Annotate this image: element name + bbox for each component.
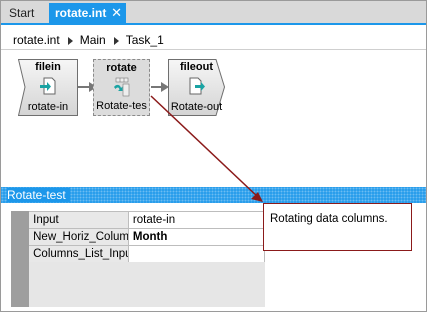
property-value[interactable]: Month: [127, 228, 266, 246]
node-label: Rotate-tes: [96, 100, 147, 112]
node-label: Rotate-out: [170, 101, 223, 113]
tab-start-label: Start: [9, 6, 35, 20]
description-callout: Rotating data columns.: [263, 203, 412, 251]
description-text: Rotating data columns.: [270, 213, 388, 225]
breadcrumb-item-task[interactable]: Task_1: [126, 32, 164, 48]
file-output-icon: [189, 77, 205, 95]
file-input-icon: [40, 77, 56, 95]
tab-strip: Start rotate.int ✕: [1, 1, 426, 25]
property-row[interactable]: Columns_List_Input: [10, 245, 266, 263]
property-value[interactable]: rotate-in: [127, 211, 266, 229]
node-title: rotate: [106, 62, 137, 74]
node-label: rotate-in: [27, 101, 69, 113]
node-title: filein: [35, 61, 61, 73]
property-key: Input: [28, 211, 129, 229]
row-gutter: [10, 245, 30, 263]
tab-rotate-int-label: rotate.int: [55, 6, 107, 20]
tab-start[interactable]: Start: [3, 3, 48, 23]
breadcrumb-item-main[interactable]: Main: [80, 32, 106, 48]
breadcrumb: rotate.int Main Task_1: [13, 32, 164, 48]
rotate-table-icon: [113, 77, 129, 97]
node-filein[interactable]: filein rotate-in: [18, 59, 78, 116]
row-gutter: [11, 262, 29, 307]
property-key: New_Horiz_Column: [28, 228, 129, 246]
row-gutter: [10, 228, 30, 246]
properties-empty-area: [11, 262, 265, 307]
node-fileout[interactable]: fileout Rotate-out: [168, 59, 225, 116]
properties-header: Rotate-test: [1, 187, 426, 203]
row-gutter: [10, 211, 30, 229]
close-icon[interactable]: ✕: [111, 3, 122, 23]
section-title: Rotate-test: [7, 188, 70, 202]
editor-window: Start rotate.int ✕ rotate.int Main Task_1 …: [0, 0, 427, 312]
divider: [1, 49, 426, 50]
breadcrumb-item-file[interactable]: rotate.int: [13, 32, 60, 48]
chevron-right-icon: [113, 36, 119, 45]
property-row[interactable]: New_Horiz_Column Month: [10, 228, 266, 246]
property-key: Columns_List_Input: [28, 245, 129, 263]
property-value[interactable]: [127, 245, 266, 263]
tab-rotate-int[interactable]: rotate.int ✕: [49, 3, 126, 23]
node-rotate[interactable]: rotate Rotate-tes: [93, 59, 150, 116]
node-title: fileout: [180, 61, 213, 73]
properties-grid: Input rotate-in New_Horiz_Column Month C…: [10, 211, 266, 263]
chevron-right-icon: [67, 36, 73, 45]
property-row[interactable]: Input rotate-in: [10, 211, 266, 229]
